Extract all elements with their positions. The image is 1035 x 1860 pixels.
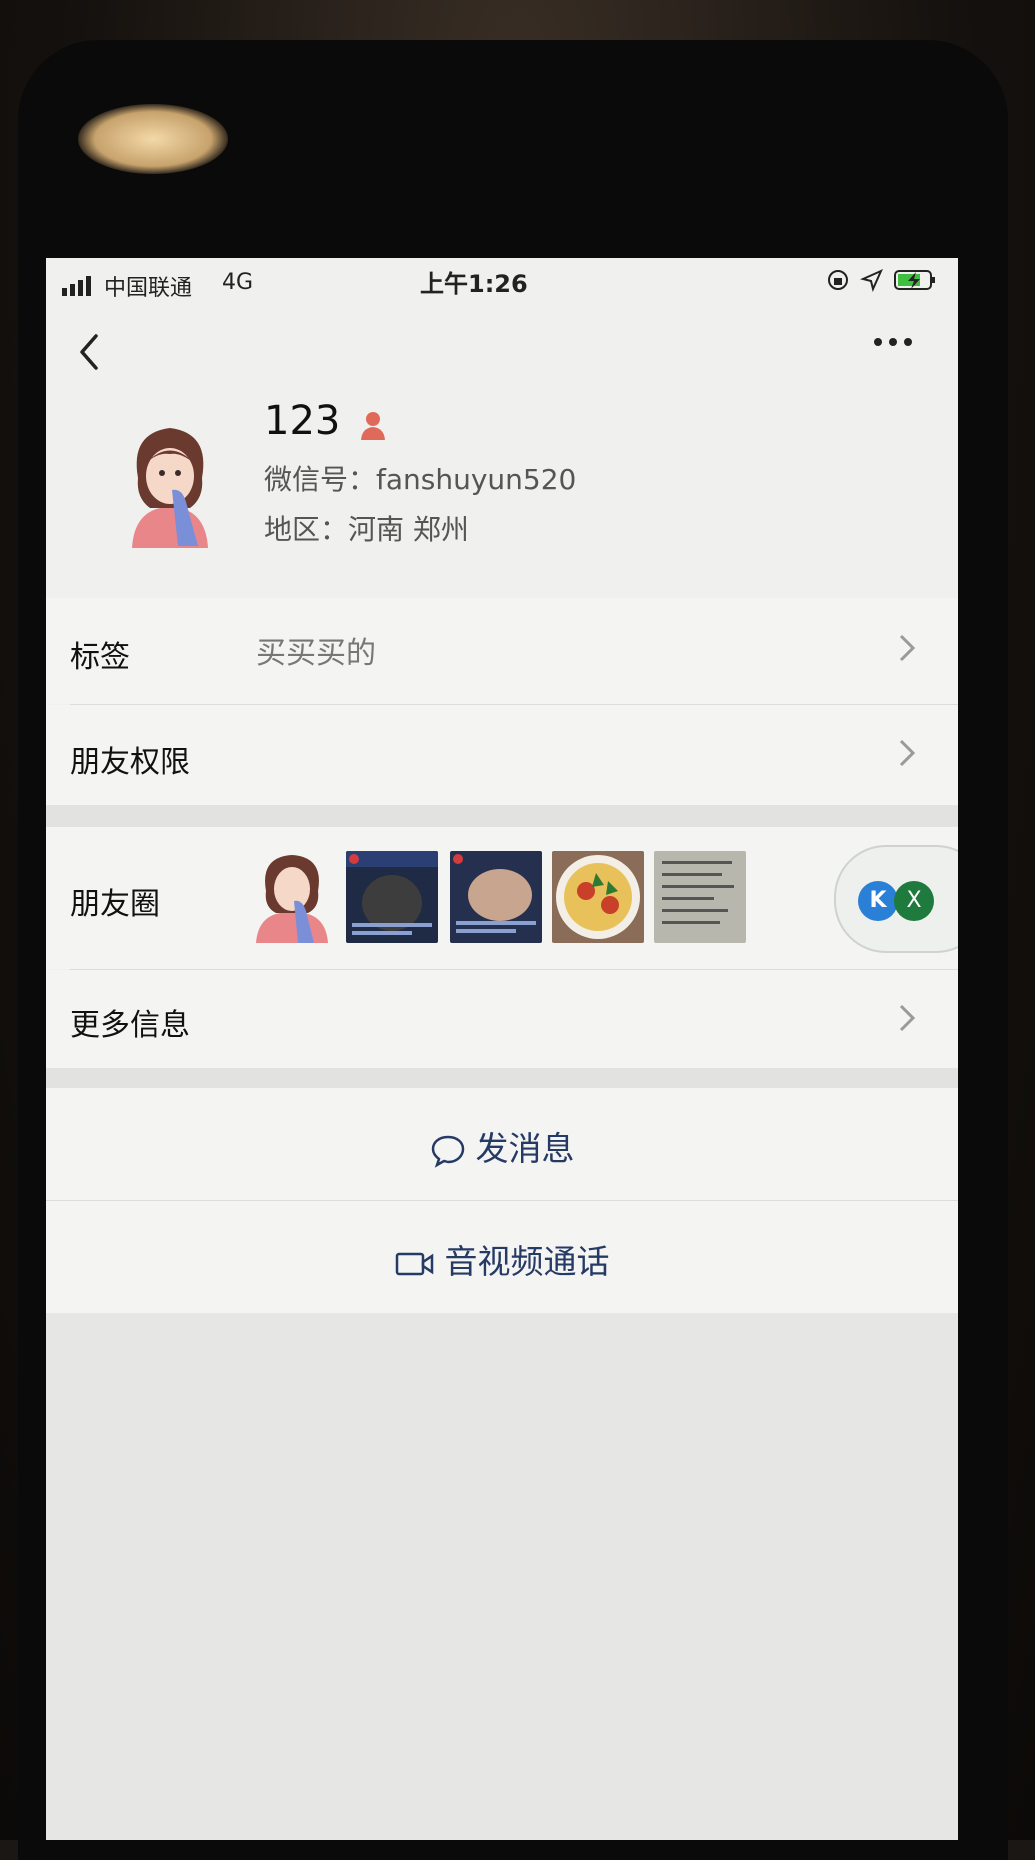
video-call-content: 音视频通话 [46, 1235, 958, 1283]
more-info-row[interactable]: 更多信息 [46, 970, 958, 1068]
female-gender-icon [361, 412, 385, 440]
moments-thumbnail-document [654, 851, 746, 943]
tags-row[interactable]: 标签 买买买的 [46, 598, 958, 704]
more-info-label: 更多信息 [70, 1008, 190, 1043]
floating-x-icon: X [894, 881, 934, 921]
send-message-label: 发消息 [475, 1129, 575, 1168]
friend-permissions-label: 朋友权限 [70, 745, 190, 780]
moments-thumbnail-avatar [246, 851, 338, 943]
video-call-button[interactable]: 音视频通话 [46, 1201, 958, 1313]
rotation-lock-icon [828, 270, 848, 290]
navigation-bar [46, 316, 958, 396]
moments-row[interactable]: 朋友圈 K X [46, 827, 958, 969]
more-options-icon[interactable] [868, 322, 918, 362]
status-right-icons [826, 268, 938, 292]
moments-thumbnail-video-2 [450, 851, 542, 943]
send-message-button[interactable]: 发消息 [46, 1088, 958, 1200]
chevron-right-icon [899, 1004, 916, 1032]
moments-thumbnail-food [552, 851, 644, 943]
video-camera-icon [395, 1252, 433, 1275]
moments-thumbnail-video-1 [346, 851, 438, 943]
battery-charging-icon [894, 270, 935, 290]
avatar[interactable] [120, 418, 220, 548]
chat-bubble-icon [431, 1135, 464, 1168]
video-call-label: 音视频通话 [444, 1242, 610, 1281]
moments-label: 朋友圈 [70, 887, 160, 922]
floating-assistant-button[interactable]: K X [834, 845, 958, 953]
signal-strength-icon [62, 274, 96, 302]
section-gap [46, 805, 958, 827]
carrier-name: 中国联通 [104, 276, 193, 301]
network-type: 4G [222, 270, 254, 295]
contact-name: 123 [264, 398, 341, 444]
wechat-id: 微信号：fanshuyun520 [264, 463, 577, 496]
status-bar: 中国联通 4G 上午1:26 [46, 258, 958, 316]
empty-bottom-area [46, 1313, 958, 1840]
region: 地区：河南 郑州 [264, 513, 469, 546]
location-icon [860, 269, 883, 292]
phone-screen: 中国联通 4G 上午1:26 123 微信号：fanshuyun520 地区：河… [46, 258, 958, 1840]
status-time: 上午1:26 [420, 270, 528, 298]
back-arrow-icon[interactable] [70, 322, 110, 382]
tags-label: 标签 [70, 640, 130, 675]
camera-light-reflection [78, 104, 228, 174]
chevron-right-icon [899, 739, 916, 767]
section-gap [46, 1068, 958, 1088]
friend-permissions-row[interactable]: 朋友权限 [46, 705, 958, 805]
profile-header: 123 微信号：fanshuyun520 地区：河南 郑州 [46, 398, 958, 593]
tags-value: 买买买的 [256, 636, 376, 671]
floating-k-icon: K [858, 881, 898, 921]
chevron-right-icon [899, 634, 916, 662]
send-message-content: 发消息 [46, 1122, 958, 1170]
